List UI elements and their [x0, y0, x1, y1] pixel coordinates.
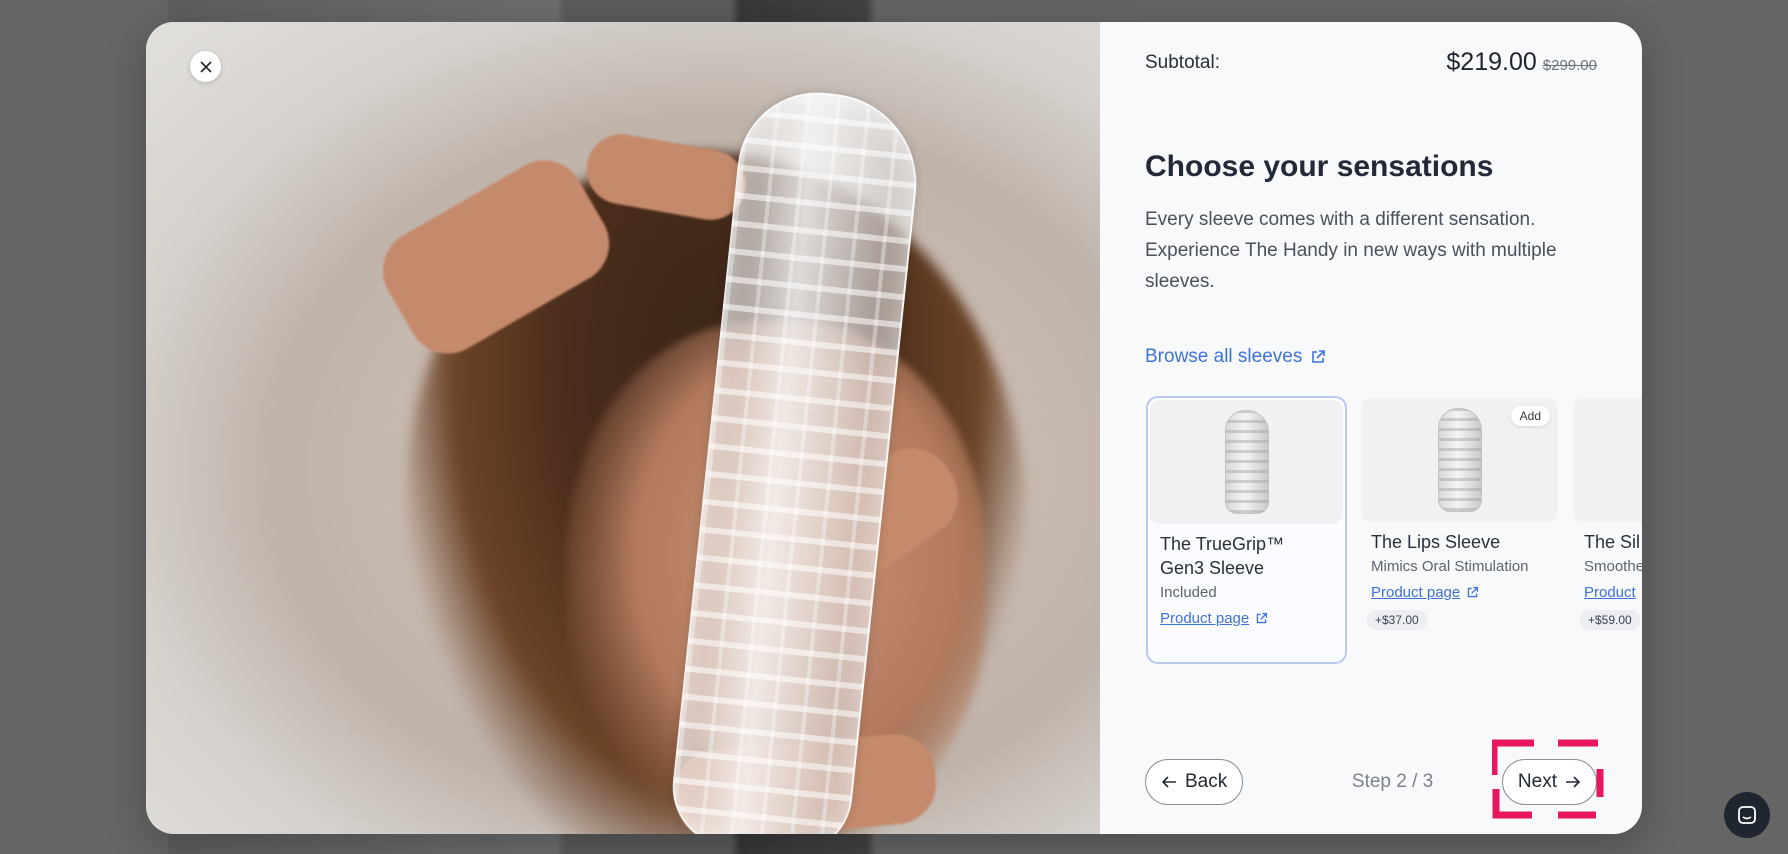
external-link-icon	[1312, 350, 1326, 363]
browse-sleeves-link[interactable]: Browse all sleeves	[1145, 346, 1326, 368]
sleeve-subtitle: Included	[1160, 584, 1217, 601]
sleeve-name: The Lips Sleeve	[1371, 532, 1501, 552]
next-button[interactable]: Next	[1501, 759, 1597, 805]
sleeve-carousel[interactable]: The TrueGrip™ Gen3 Sleeve Included Produ…	[1146, 396, 1642, 696]
sleeve-image	[1437, 408, 1482, 512]
sleeve-card-truegrip[interactable]: The TrueGrip™ Gen3 Sleeve Included Produ…	[1146, 396, 1347, 664]
sleeve-subtitle: Smoothe touch	[1584, 558, 1642, 575]
configurator-panel: Subtotal: $219.00 $299.00 Choose your se…	[1100, 22, 1642, 834]
next-button-wrapper: Next	[1491, 739, 1604, 819]
subtotal-label: Subtotal:	[1145, 51, 1220, 73]
product-page-label: Product page	[1371, 584, 1461, 601]
subtotal-row: Subtotal: $219.00 $299.00	[1145, 48, 1597, 77]
chat-launcher-button[interactable]	[1724, 792, 1770, 838]
product-page-link[interactable]: Product page	[1160, 610, 1268, 627]
product-page-link[interactable]: Product page	[1371, 584, 1479, 601]
close-button[interactable]	[190, 51, 221, 82]
product-page-label: Product	[1584, 584, 1636, 601]
sleeve-thumbnail	[1150, 400, 1343, 524]
page-title: Choose your sensations	[1145, 150, 1494, 183]
next-button-label: Next	[1517, 771, 1557, 792]
step-indicator: Step 2 / 3	[1351, 771, 1434, 792]
price-badge: +$37.00	[1367, 610, 1427, 630]
arrow-right-icon	[1565, 776, 1581, 788]
sleeve-image	[1224, 410, 1269, 514]
sleeve-card-lips[interactable]: Add The Lips Sleeve Mimics Oral Stimulat…	[1359, 396, 1560, 630]
external-link-icon	[1257, 612, 1268, 624]
step-navigation: Back Step 2 / 3 Next	[1145, 739, 1604, 819]
browse-sleeves-label: Browse all sleeves	[1145, 346, 1303, 367]
subtotal-price: $219.00 $299.00	[1446, 48, 1597, 77]
sleeve-thumbnail: Add	[1361, 398, 1558, 522]
sleeve-card-third[interactable]: The Sil Smoothe touch Product +$59.00	[1572, 396, 1642, 630]
sleeve-name: The TrueGrip™ Gen3 Sleeve	[1160, 534, 1285, 578]
price-badge: +$59.00	[1580, 610, 1640, 630]
sleeve-thumbnail	[1574, 398, 1642, 522]
sleeve-selection-modal: Subtotal: $219.00 $299.00 Choose your se…	[146, 22, 1642, 834]
back-button-label: Back	[1185, 771, 1228, 792]
price-current: $219.00	[1446, 48, 1537, 76]
external-link-icon	[1468, 586, 1479, 598]
add-button[interactable]: Add	[1510, 406, 1550, 426]
sleeve-subtitle: Mimics Oral Stimulation	[1371, 558, 1529, 575]
description-text: Every sleeve comes with a different sens…	[1145, 209, 1557, 292]
close-icon	[199, 60, 212, 73]
sleeve-name: The Sil	[1584, 532, 1641, 552]
back-button[interactable]: Back	[1145, 759, 1244, 805]
product-hero-image	[146, 22, 1100, 834]
product-page-label: Product page	[1160, 610, 1250, 627]
arrow-left-icon	[1161, 776, 1176, 788]
price-original: $299.00	[1542, 57, 1597, 74]
chat-icon	[1738, 806, 1756, 824]
product-page-link[interactable]: Product	[1584, 584, 1636, 601]
